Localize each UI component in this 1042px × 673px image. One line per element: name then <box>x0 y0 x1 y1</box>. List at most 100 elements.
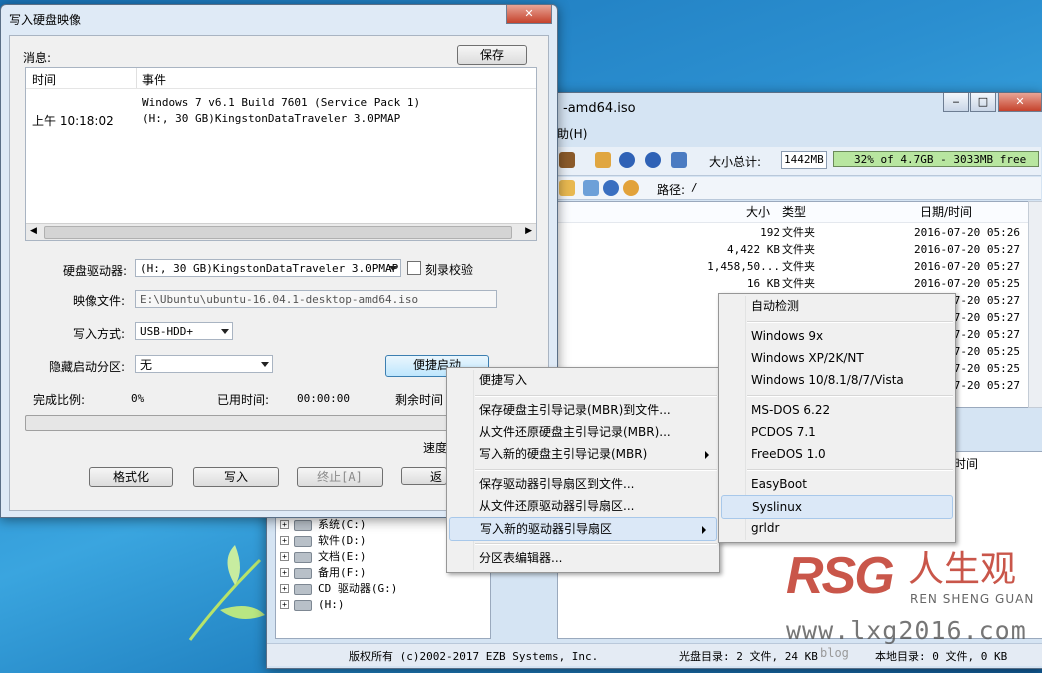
hide-partition-label: 隐藏启动分区: <box>49 360 126 374</box>
submenu-item-win10[interactable]: Windows 10/8.1/8/7/Vista <box>719 369 955 391</box>
drive-icon <box>294 584 312 595</box>
submenu-item-auto-detect[interactable]: 自动检测 <box>719 295 955 317</box>
drive-icon <box>294 568 312 579</box>
drive-icon <box>294 520 312 531</box>
expand-icon[interactable]: + <box>280 552 289 561</box>
tree-item[interactable]: + CD 驱动器(G:) <box>276 580 490 597</box>
messages-label: 消息: <box>23 51 52 65</box>
expand-icon[interactable]: + <box>280 584 289 593</box>
menu-item-restore-mbr[interactable]: 从文件还原硬盘主引导记录(MBR)... <box>447 421 719 443</box>
hide-partition-value: 无 <box>140 358 153 372</box>
expand-icon[interactable]: + <box>280 568 289 577</box>
file-size: 192 <box>760 226 780 239</box>
column-date[interactable]: 日期/时间 <box>920 202 972 222</box>
settings-icon[interactable] <box>603 180 619 196</box>
remaining-label: 剩余时间 <box>395 393 444 407</box>
file-date: 07-20 05:27 <box>947 328 1020 341</box>
total-size-value: 1442MB <box>781 151 827 169</box>
menu-item-save-boot-sector[interactable]: 保存驱动器引导扇区到文件... <box>447 473 719 495</box>
menu-item-partition-editor[interactable]: 分区表编辑器... <box>447 547 719 569</box>
submenu-item-win9x[interactable]: Windows 9x <box>719 325 955 347</box>
properties-icon[interactable] <box>583 180 599 196</box>
file-list-scrollbar[interactable] <box>1028 201 1042 408</box>
file-size: 16 KB <box>746 277 780 290</box>
exit-icon[interactable] <box>671 152 687 168</box>
close-button[interactable]: ✕ <box>998 93 1042 112</box>
submenu-item-grldr[interactable]: grldr <box>719 517 955 539</box>
submenu-item-msdos[interactable]: MS-DOS 6.22 <box>719 399 955 421</box>
minimize-button[interactable]: ‒ <box>943 93 969 112</box>
extract-icon[interactable] <box>595 152 611 168</box>
message-log: 时间 事件 Windows 7 v6.1 Build 7601 (Service… <box>25 67 537 241</box>
expand-icon[interactable]: + <box>280 520 289 529</box>
verify-label: 刻录校验 <box>425 263 474 277</box>
tree-item[interactable]: + (H:) <box>276 596 490 613</box>
log-column-time[interactable]: 时间 <box>32 71 56 88</box>
folder-icon[interactable] <box>559 180 575 196</box>
submenu-item-winxp[interactable]: Windows XP/2K/NT <box>719 347 955 369</box>
submenu-item-easyboot[interactable]: EasyBoot <box>719 473 955 495</box>
abort-button[interactable]: 终止[A] <box>297 467 383 487</box>
lower-column-date[interactable]: 时间 <box>954 455 978 472</box>
write-button[interactable]: 写入 <box>193 467 279 487</box>
tree-item-label: 系统(C:) <box>318 518 367 531</box>
file-size: 4,422 KB <box>727 243 780 256</box>
column-type[interactable]: 类型 <box>782 202 806 222</box>
progress-value: 0% <box>131 392 145 405</box>
status-copyright: 版权所有 (c)2002-2017 EZB Systems, Inc. <box>349 650 599 663</box>
help-icon[interactable] <box>645 152 661 168</box>
file-row[interactable]: 16 KB 文件夹 2016-07-20 05:25 <box>558 275 1028 292</box>
submenu-arrow-icon <box>705 451 709 459</box>
column-divider <box>136 68 137 88</box>
scroll-right-icon[interactable]: ▶ <box>525 226 532 236</box>
file-date: 07-20 05:27 <box>947 379 1020 392</box>
info-icon[interactable] <box>619 152 635 168</box>
maximize-button[interactable]: □ <box>970 93 996 112</box>
submenu-item-freedos[interactable]: FreeDOS 1.0 <box>719 443 955 465</box>
scroll-left-icon[interactable]: ◀ <box>30 226 37 236</box>
write-mode-select[interactable]: USB-HDD+ <box>135 322 233 340</box>
expand-icon[interactable]: + <box>280 600 289 609</box>
expand-icon[interactable]: + <box>280 536 289 545</box>
dialog-close-button[interactable]: ✕ <box>506 5 552 24</box>
log-hscrollbar[interactable]: ◀ ▶ <box>26 223 536 240</box>
scroll-thumb[interactable] <box>44 226 512 239</box>
column-size[interactable]: 大小 <box>746 202 770 222</box>
file-date: 07-20 05:27 <box>947 311 1020 324</box>
menu-item-save-mbr[interactable]: 保存硬盘主引导记录(MBR)到文件... <box>447 399 719 421</box>
menu-separator <box>475 395 717 397</box>
drive-select[interactable]: (H:, 30 GB)KingstonDataTraveler 3.0PMAP <box>135 259 401 277</box>
log-column-event[interactable]: 事件 <box>142 71 166 88</box>
path-value[interactable]: / <box>691 181 698 194</box>
image-file-field[interactable]: E:\Ubuntu\ubuntu-16.04.1-desktop-amd64.i… <box>135 290 497 308</box>
file-type: 文件夹 <box>782 277 815 290</box>
log-time: 上午 10:18:02 <box>32 114 114 128</box>
path-label: 路径: <box>657 183 686 197</box>
refresh-icon[interactable] <box>623 180 639 196</box>
menu-help[interactable]: 助(H) <box>557 125 587 142</box>
file-row[interactable]: 192 文件夹 2016-07-20 05:26 <box>558 224 1028 241</box>
capacity-bar: 32% of 4.7GB - 3033MB free <box>833 151 1039 167</box>
submenu-item-syslinux[interactable]: Syslinux <box>721 495 953 519</box>
menu-item-write-mbr[interactable]: 写入新的硬盘主引导记录(MBR) <box>447 443 719 465</box>
save-button[interactable]: 保存 <box>457 45 527 65</box>
file-row[interactable]: 4,422 KB 文件夹 2016-07-20 05:27 <box>558 241 1028 258</box>
progress-bar <box>25 415 457 431</box>
verify-checkbox[interactable] <box>407 261 421 275</box>
tree-item-label: 备用(F:) <box>318 566 367 579</box>
return-button[interactable]: 返 <box>401 467 447 485</box>
menu-item-write-boot-sector[interactable]: 写入新的驱动器引导扇区 <box>449 517 717 541</box>
menu-item-restore-boot-sector[interactable]: 从文件还原驱动器引导扇区... <box>447 495 719 517</box>
watermark-logo-pinyin: REN SHENG GUAN <box>910 592 1035 606</box>
format-button[interactable]: 格式化 <box>89 467 173 487</box>
elapsed-value: 00:00:00 <box>297 392 350 405</box>
file-row[interactable]: 1,458,50... 文件夹 2016-07-20 05:27 <box>558 258 1028 275</box>
submenu-item-pcdos[interactable]: PCDOS 7.1 <box>719 421 955 443</box>
desktop-leaf-decoration <box>180 540 270 650</box>
image-file-value: E:\Ubuntu\ubuntu-16.04.1-desktop-amd64.i… <box>140 293 419 306</box>
menu-item-quick-write[interactable]: 便捷写入 <box>447 369 719 391</box>
hide-partition-select[interactable]: 无 <box>135 355 273 373</box>
tree-item-label: CD 驱动器(G:) <box>318 582 398 595</box>
menu-separator <box>747 321 953 323</box>
gear-icon[interactable] <box>559 152 575 168</box>
